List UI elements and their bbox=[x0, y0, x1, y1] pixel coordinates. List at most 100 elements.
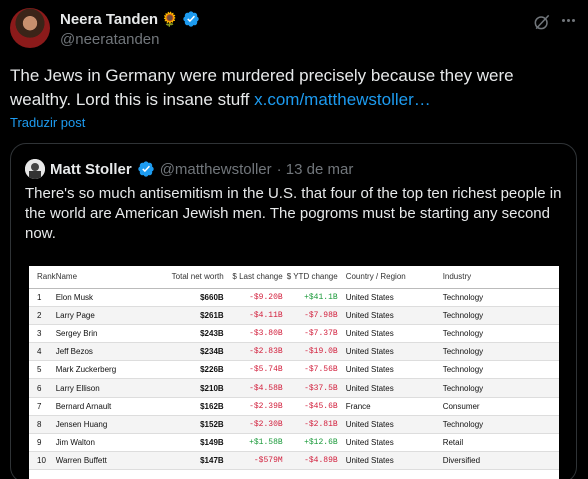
cell-rank: 9 bbox=[29, 433, 56, 453]
cell-ytd-change: -$2.81B bbox=[282, 415, 338, 435]
cell-industry: Technology bbox=[442, 378, 559, 398]
cell-last-change: -$2.30B bbox=[227, 415, 283, 435]
cell-ytd-change: -$7.56B bbox=[282, 360, 338, 380]
table-header-row: Rank Name Total net worth $ Last change … bbox=[29, 266, 559, 289]
cell-industry: Diversified bbox=[442, 451, 559, 471]
quote-author-name: Matt Stoller bbox=[50, 160, 132, 178]
cell-name: Sergey Brin bbox=[55, 324, 168, 344]
author-handle[interactable]: @neeratanden bbox=[60, 31, 200, 48]
cell-name: Bernard Arnault bbox=[55, 397, 168, 416]
table-row: 1 Elon Musk $660B -$9.20B +$41.1B United Stat… bbox=[29, 288, 559, 307]
verified-badge-icon bbox=[182, 11, 199, 27]
cell-name: Jeff Bezos bbox=[55, 342, 168, 362]
cell-country: United States bbox=[337, 342, 443, 362]
cell-ytd-change: +$12.6B bbox=[282, 433, 338, 453]
cell-net-worth: $660B bbox=[167, 288, 228, 307]
cell-industry: Technology bbox=[442, 360, 559, 380]
cell-industry: Technology bbox=[442, 288, 559, 307]
author-avatar[interactable] bbox=[10, 8, 50, 48]
cell-industry: Technology bbox=[442, 342, 559, 362]
quote-date: · 13 de mar bbox=[276, 160, 354, 178]
cell-rank: 6 bbox=[29, 378, 56, 398]
cell-net-worth: $147B bbox=[167, 451, 228, 471]
table-row: 6 Larry Ellison $210B -$4.58B -$37.5B United … bbox=[29, 378, 559, 398]
cell-industry: Technology bbox=[442, 324, 559, 344]
header-industry: Industry bbox=[442, 266, 559, 289]
cell-ytd-change: -$45.6B bbox=[282, 397, 338, 416]
translate-post-link[interactable]: Traduzir post bbox=[10, 115, 85, 130]
cell-net-worth: $210B bbox=[167, 378, 228, 398]
header-rank: Rank bbox=[29, 266, 56, 289]
cell-country: United States bbox=[337, 433, 443, 453]
cell-name: Mark Zuckerberg bbox=[55, 360, 168, 380]
quote-text: There's so much antisemitism in the U.S.… bbox=[25, 185, 562, 242]
cell-industry: Technology bbox=[442, 306, 559, 325]
table-row: 8 Jensen Huang $152B -$2.30B -$2.81B United S… bbox=[29, 415, 559, 435]
author-name-text[interactable]: Neera Tanden bbox=[60, 11, 158, 28]
cell-ytd-change: -$7.98B bbox=[282, 306, 338, 325]
quote-author-handle: @matthewstoller bbox=[159, 160, 272, 178]
cell-ytd-change: -$4.89B bbox=[282, 451, 338, 471]
cell-rank: 1 bbox=[29, 288, 56, 307]
cell-net-worth: $243B bbox=[167, 324, 228, 344]
cell-net-worth: $162B bbox=[167, 397, 228, 416]
cell-rank: 8 bbox=[29, 415, 56, 435]
cell-net-worth: $261B bbox=[167, 306, 228, 325]
cell-industry: Consumer bbox=[442, 397, 559, 416]
cell-industry: Retail bbox=[442, 433, 559, 453]
cell-name: Elon Musk bbox=[55, 288, 168, 307]
cell-industry: Technology bbox=[442, 415, 559, 435]
cell-country: United States bbox=[337, 324, 443, 344]
cell-country: United States bbox=[337, 306, 443, 325]
cell-rank: 7 bbox=[29, 397, 56, 416]
cell-net-worth: $234B bbox=[167, 342, 228, 362]
quote-header: Matt Stoller @matthewstoller · 13 de mar bbox=[25, 157, 353, 181]
cell-rank: 2 bbox=[29, 306, 56, 325]
table-row: 3 Sergey Brin $243B -$3.80B -$7.37B United St… bbox=[29, 324, 559, 344]
cell-last-change: -$579M bbox=[227, 451, 283, 471]
tweet-text: The Jews in Germany were murdered precis… bbox=[10, 64, 570, 112]
cell-last-change: +$1.58B bbox=[227, 433, 283, 453]
cell-last-change: -$2.83B bbox=[227, 342, 283, 362]
table-body: 1 Elon Musk $660B -$9.20B +$41.1B United Stat… bbox=[29, 288, 559, 471]
cell-net-worth: $226B bbox=[167, 360, 228, 380]
header-ytd-change: $ YTD change bbox=[282, 266, 338, 289]
quote-author-avatar bbox=[25, 159, 45, 179]
cell-ytd-change: -$37.5B bbox=[282, 378, 338, 398]
table-row: 2 Larry Page $261B -$4.11B -$7.98B United Sta… bbox=[29, 306, 559, 325]
cell-name: Warren Buffett bbox=[55, 451, 168, 471]
header-last-change: $ Last change bbox=[227, 266, 283, 289]
cell-country: United States bbox=[337, 415, 443, 435]
cell-name: Jim Walton bbox=[55, 433, 168, 453]
tweet-link[interactable]: x.com/matthewstoller… bbox=[254, 90, 431, 109]
cell-last-change: -$4.58B bbox=[227, 378, 283, 398]
cell-rank: 5 bbox=[29, 360, 56, 380]
cell-net-worth: $152B bbox=[167, 415, 228, 435]
tweet-header: Neera Tanden 🌻 @neeratanden bbox=[10, 8, 578, 54]
more-options-icon[interactable] bbox=[558, 10, 578, 30]
cell-ytd-change: -$7.37B bbox=[282, 324, 338, 344]
header-country: Country / Region bbox=[337, 266, 443, 289]
author-display-name[interactable]: Neera Tanden 🌻 bbox=[60, 9, 200, 29]
table-row: 10 Warren Buffett $147B -$579M -$4.89B United… bbox=[29, 451, 559, 471]
billionaires-table-image: Rank Name Total net worth $ Last change … bbox=[29, 266, 559, 479]
table-row: 5 Mark Zuckerberg $226B -$5.74B -$7.56B Unite… bbox=[29, 360, 559, 380]
quoted-tweet[interactable]: Matt Stoller @matthewstoller · 13 de mar… bbox=[10, 143, 577, 479]
quote-verified-badge-icon bbox=[138, 161, 154, 177]
cell-country: United States bbox=[337, 451, 443, 471]
grok-icon[interactable] bbox=[532, 12, 552, 32]
cell-country: France bbox=[337, 397, 443, 416]
cell-last-change: -$3.80B bbox=[227, 324, 283, 344]
cell-net-worth: $149B bbox=[167, 433, 228, 453]
header-name: Name bbox=[55, 266, 168, 289]
cell-country: United States bbox=[337, 288, 443, 307]
sunflower-emoji: 🌻 bbox=[161, 10, 179, 27]
cell-rank: 3 bbox=[29, 324, 56, 344]
table-row: 7 Bernard Arnault $162B -$2.39B -$45.6B Franc… bbox=[29, 397, 559, 416]
cell-rank: 10 bbox=[29, 451, 56, 471]
cell-name: Larry Ellison bbox=[55, 378, 168, 398]
author-names: Neera Tanden 🌻 @neeratanden bbox=[60, 9, 200, 48]
cell-last-change: -$9.20B bbox=[227, 288, 283, 307]
header-net-worth: Total net worth bbox=[167, 266, 228, 289]
cell-last-change: -$5.74B bbox=[227, 360, 283, 380]
